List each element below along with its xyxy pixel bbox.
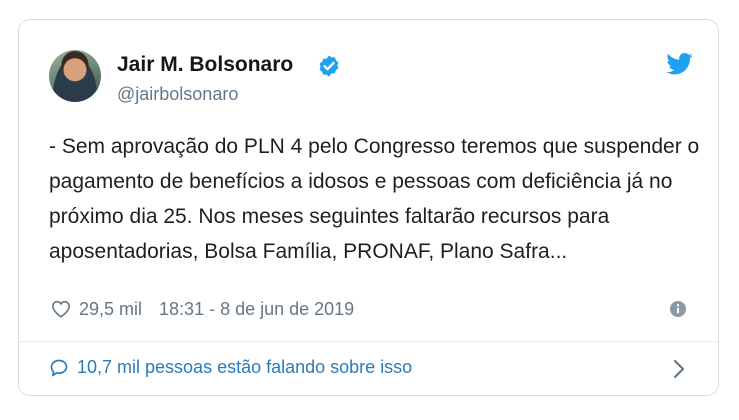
- divider: [19, 341, 718, 342]
- twitter-bird-icon[interactable]: [666, 53, 693, 75]
- conversation-text[interactable]: 10,7 mil pessoas estão falando sobre iss…: [77, 357, 412, 378]
- tweet-text: - Sem aprovação do PLN 4 pelo Congresso …: [49, 135, 700, 263]
- like-count[interactable]: 29,5 mil: [79, 299, 142, 320]
- chevron-right-icon[interactable]: [673, 359, 685, 379]
- timestamp[interactable]: 18:31 - 8 de jun de 2019: [159, 299, 354, 320]
- verified-badge-icon: [319, 55, 339, 77]
- author-handle[interactable]: @jairbolsonaro: [117, 84, 238, 105]
- info-icon[interactable]: [670, 301, 686, 317]
- tweet-meta: 29,5 mil 18:31 - 8 de jun de 2019: [51, 297, 354, 321]
- tweet-card[interactable]: Jair M. Bolsonaro @jairbolsonaro - Sem a…: [18, 19, 719, 396]
- avatar[interactable]: [49, 50, 101, 102]
- conversation-link[interactable]: 10,7 mil pessoas estão falando sobre iss…: [49, 357, 412, 378]
- heart-icon[interactable]: [51, 300, 71, 318]
- speech-bubble-icon: [50, 359, 68, 376]
- author-name[interactable]: Jair M. Bolsonaro: [117, 53, 293, 77]
